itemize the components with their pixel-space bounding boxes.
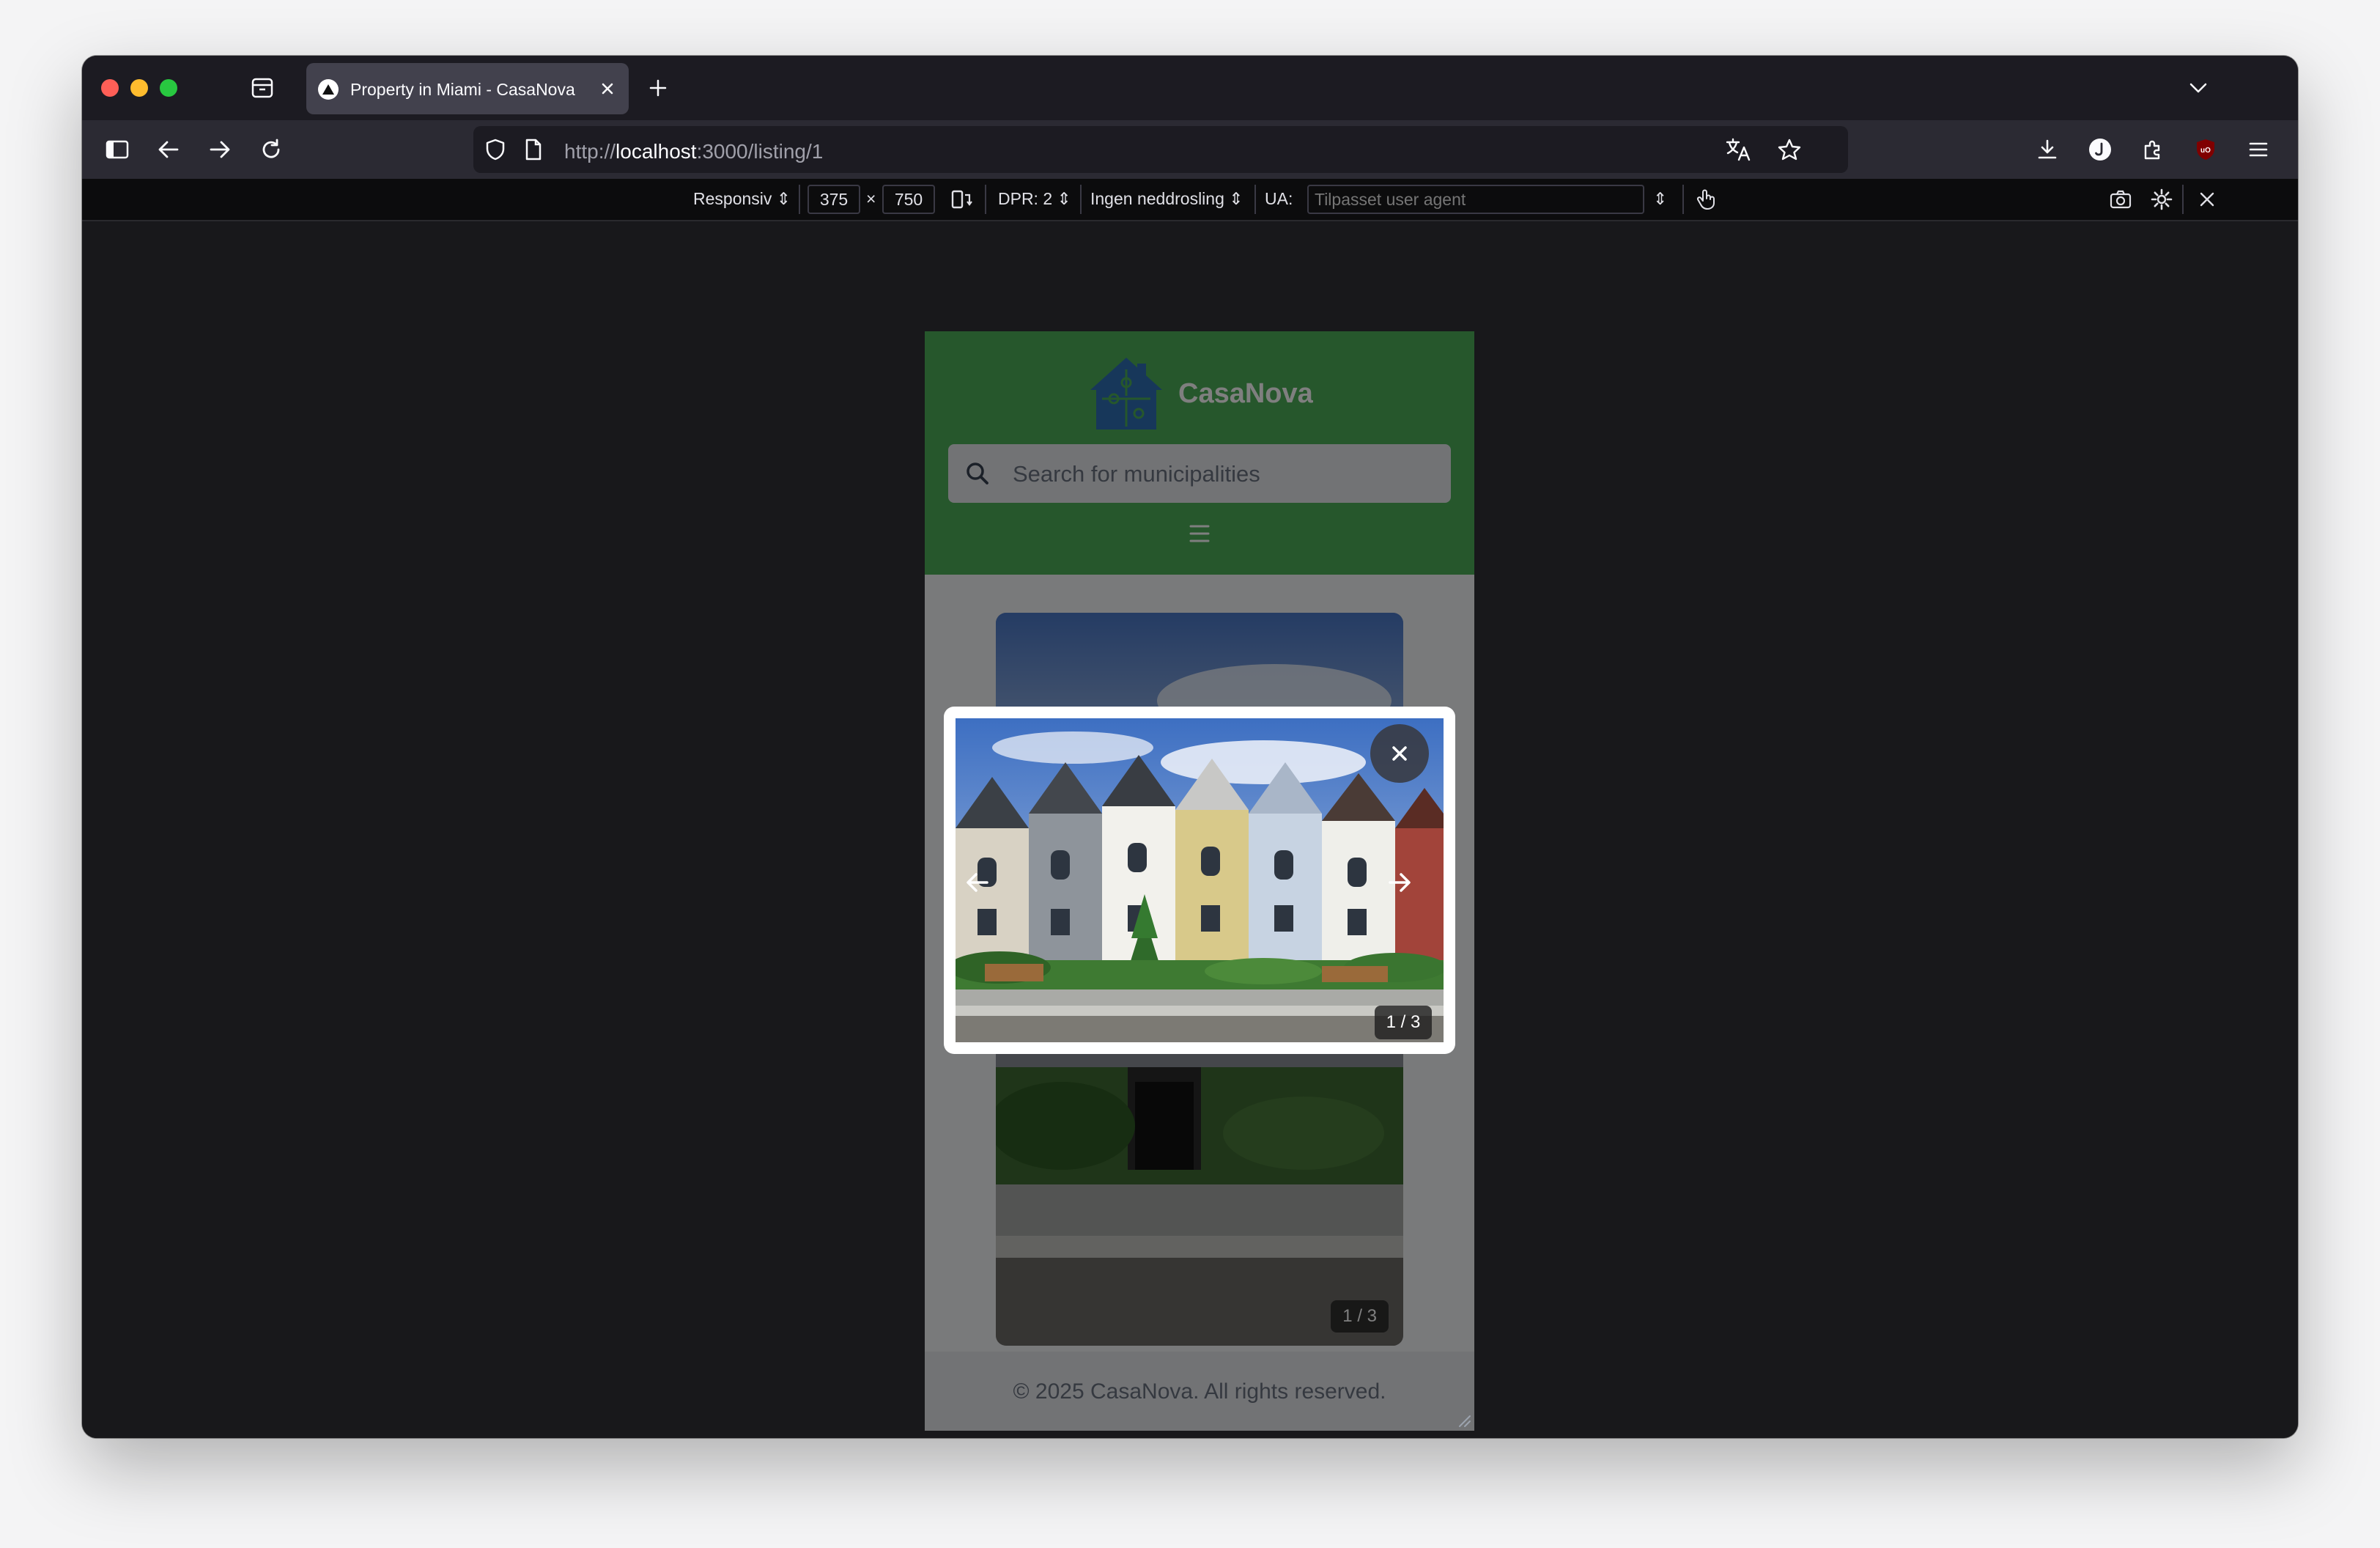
reload-icon[interactable]: [256, 135, 286, 164]
separator: [799, 185, 800, 214]
settings-icon[interactable]: [2147, 185, 2176, 214]
rotate-icon[interactable]: [947, 185, 976, 214]
previous-image-button[interactable]: [956, 860, 999, 904]
throttling-selector[interactable]: Ingen neddrosling ⇕: [1090, 189, 1243, 209]
lightbox-image: 1 / 3: [956, 718, 1444, 1042]
separator: [1682, 185, 1684, 214]
ua-label: UA:: [1265, 189, 1293, 208]
list-tabs-icon[interactable]: [2184, 73, 2213, 103]
menu-icon[interactable]: [2244, 135, 2273, 164]
dpr-selector[interactable]: DPR: 2 ⇕: [998, 189, 1071, 209]
viewport-resize-handle[interactable]: [1455, 1412, 1471, 1428]
close-icon[interactable]: [2192, 185, 2222, 214]
url-bar[interactable]: http://localhost:3000/listing/1: [473, 126, 1848, 173]
rdm-stage: CasaNova: [82, 221, 2298, 1438]
arrow-right-icon: [1389, 873, 1411, 892]
separator: [1080, 185, 1082, 214]
url-text[interactable]: http://localhost:3000/listing/1: [564, 140, 823, 163]
bookmark-star-icon[interactable]: [1775, 135, 1804, 164]
separator: [1254, 185, 1256, 214]
device-selector[interactable]: Responsiv ⇕: [693, 189, 791, 209]
svg-text:uO: uO: [2200, 147, 2211, 155]
favicon-icon: [318, 79, 339, 100]
touch-icon[interactable]: [1691, 185, 1721, 214]
maximize-window-button[interactable]: [160, 79, 177, 97]
viewport-width-input[interactable]: 375: [808, 185, 860, 214]
ua-dropdown[interactable]: ⇕: [1653, 189, 1667, 209]
sidebar-icon[interactable]: [103, 135, 132, 164]
lightbox-close-button[interactable]: [1370, 724, 1429, 783]
active-tab[interactable]: Property in Miami - CasaNova: [306, 63, 629, 114]
tab-title: Property in Miami - CasaNova: [350, 80, 575, 99]
arrow-left-icon: [967, 873, 988, 892]
minimize-window-button[interactable]: [130, 79, 148, 97]
browser-window: Property in Miami - CasaNova http://loca…: [82, 56, 2298, 1438]
page-icon[interactable]: [519, 135, 548, 164]
lightbox-modal: 1 / 3: [944, 707, 1455, 1054]
profile-icon[interactable]: [2085, 135, 2115, 164]
download-icon[interactable]: [2033, 135, 2062, 164]
back-icon[interactable]: [154, 135, 183, 164]
viewport-height-input[interactable]: 750: [882, 185, 935, 214]
device-viewport: CasaNova: [925, 331, 1474, 1431]
lightbox-counter: 1 / 3: [1375, 1006, 1432, 1039]
extensions-icon[interactable]: [2138, 135, 2168, 164]
shield-icon[interactable]: [481, 135, 510, 164]
tab-overview-icon[interactable]: [248, 73, 277, 103]
navigation-bar: http://localhost:3000/listing/1 uO: [82, 120, 2298, 179]
close-icon: [1392, 746, 1407, 761]
tab-bar: Property in Miami - CasaNova: [82, 56, 2298, 120]
next-image-button[interactable]: [1378, 860, 1422, 904]
translate-icon[interactable]: [1723, 135, 1753, 164]
separator: [985, 185, 986, 214]
ublock-icon[interactable]: uO: [2191, 135, 2220, 164]
responsive-design-toolbar: Responsiv ⇕ 375 × 750 DPR: 2 ⇕ Ingen ned…: [82, 179, 2298, 221]
close-window-button[interactable]: [101, 79, 119, 97]
user-agent-input[interactable]: [1307, 185, 1644, 214]
forward-icon[interactable]: [205, 135, 234, 164]
screenshot-icon[interactable]: [2106, 185, 2135, 214]
separator: [2182, 185, 2184, 214]
close-tab-icon[interactable]: [596, 78, 618, 100]
dimension-times: ×: [866, 189, 876, 208]
new-tab-icon[interactable]: [643, 73, 673, 103]
rowhouses-photo: [956, 718, 1444, 1042]
